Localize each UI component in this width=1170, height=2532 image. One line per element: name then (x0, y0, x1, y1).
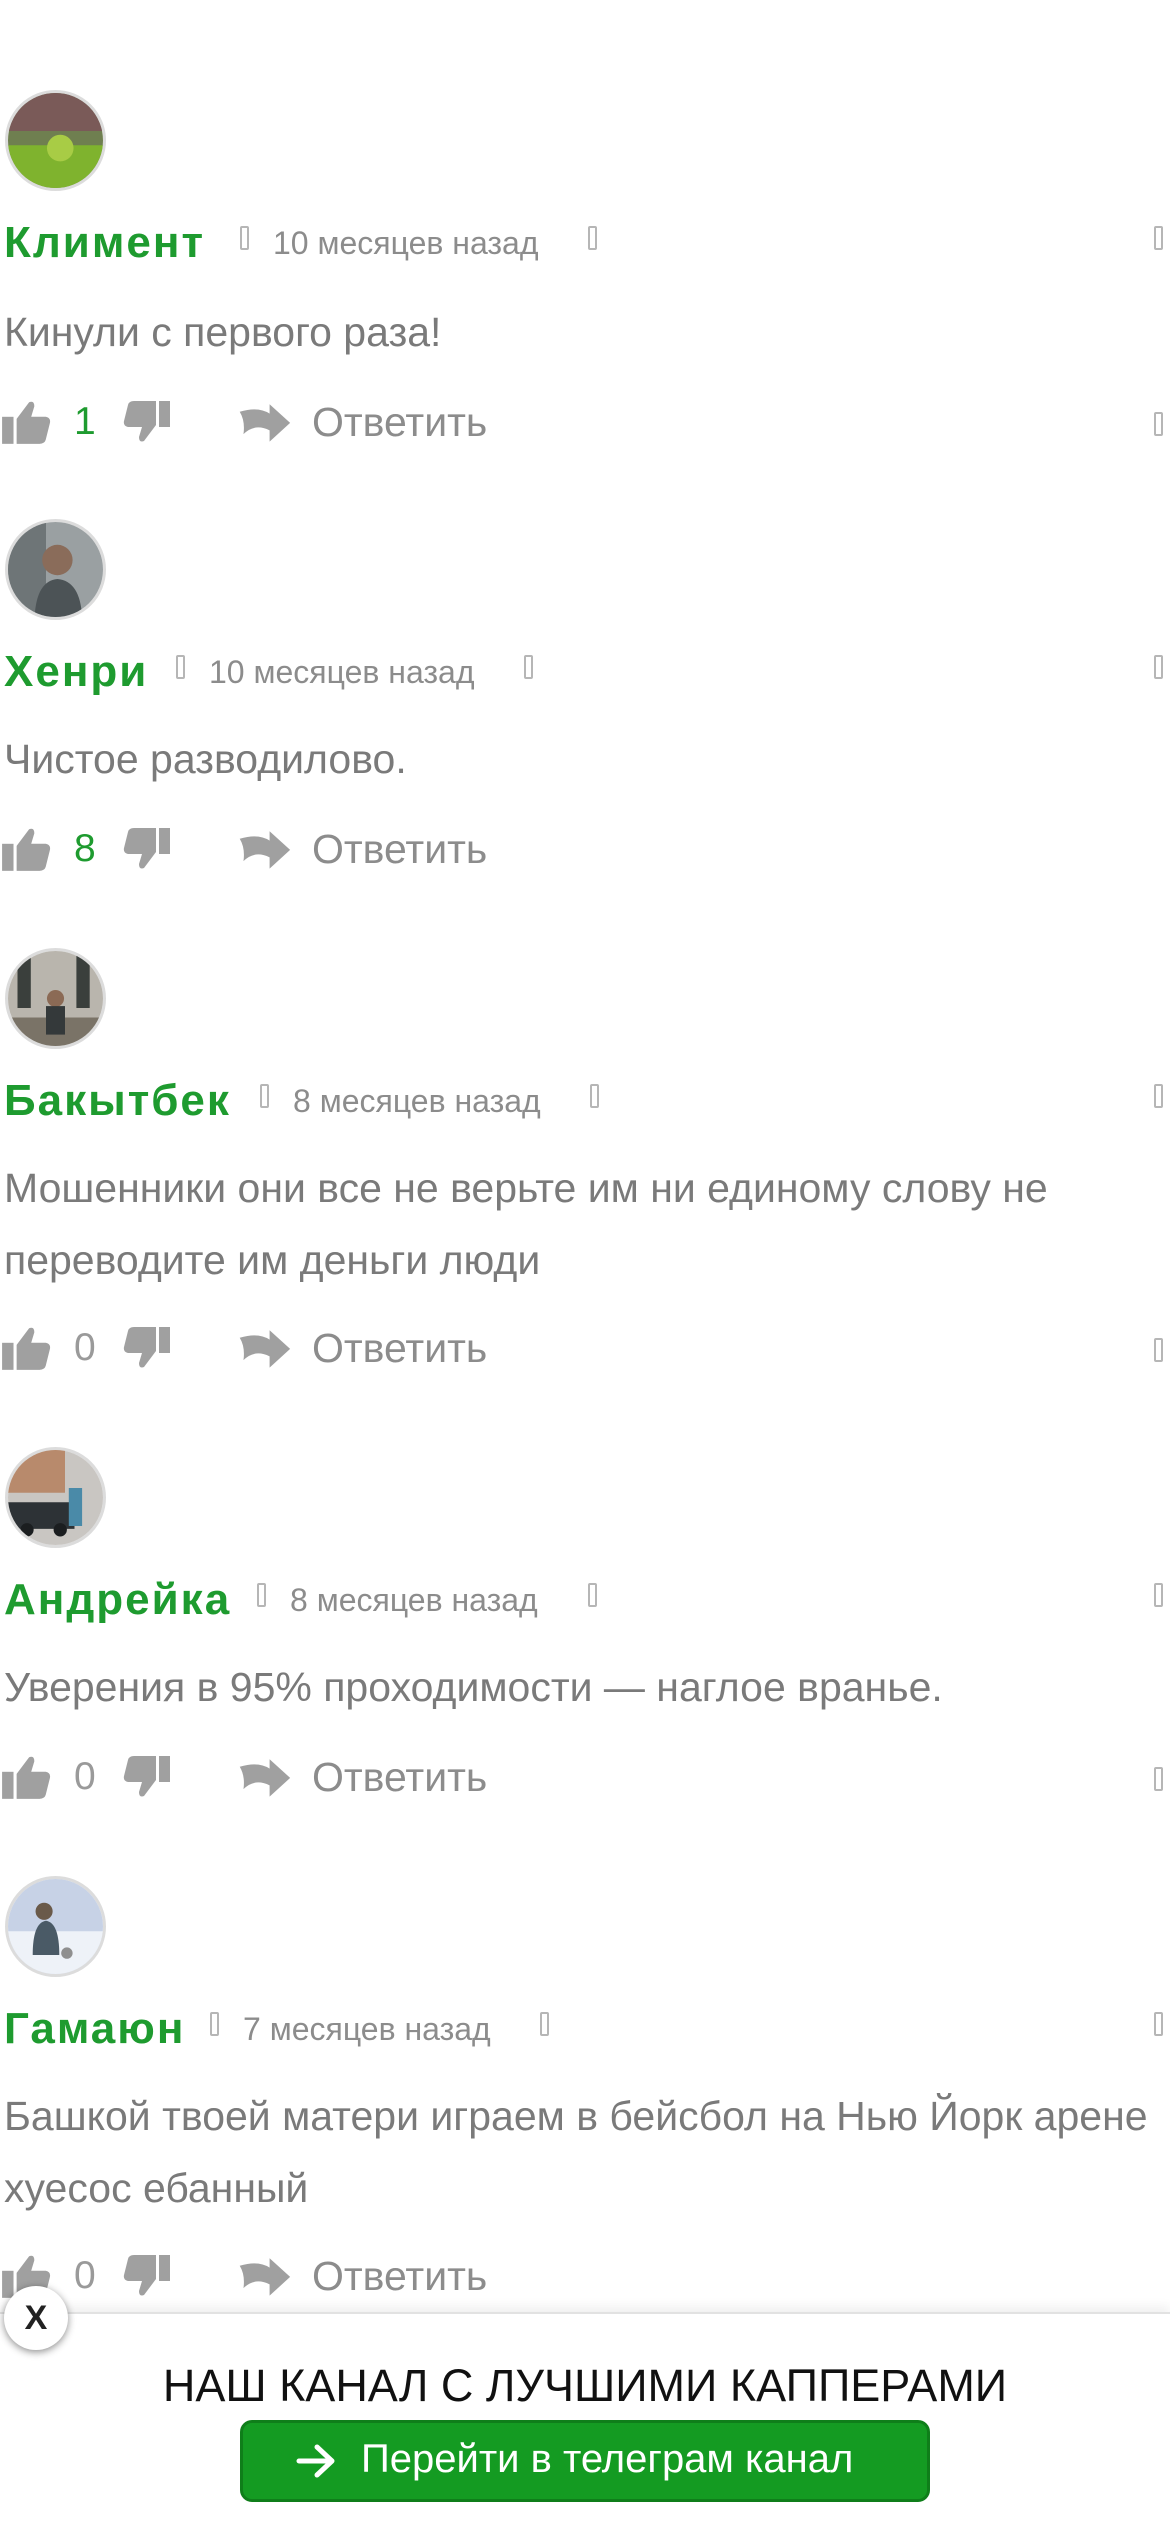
comment-time[interactable]: 8 месяцев назад (290, 1582, 538, 1619)
reply-arrow-icon[interactable] (236, 1749, 292, 1805)
reply-button[interactable]: Ответить (312, 399, 487, 446)
telegram-button-label: Перейти в телеграм канал (361, 2437, 854, 2481)
like-count: 0 (74, 2254, 96, 2297)
comment-text: Кинули с первого раза! (4, 309, 442, 355)
comment-time[interactable]: 10 месяцев назад (209, 654, 475, 691)
reply-button[interactable]: Ответить (312, 826, 487, 873)
like-count: 0 (74, 1755, 96, 1798)
comment-time[interactable]: 7 месяцев назад (243, 2011, 491, 2048)
thumbs-down-icon[interactable] (122, 2248, 172, 2304)
avatar[interactable] (5, 948, 106, 1049)
comment-meta: Климент 10 месяцев назад (0, 210, 1170, 270)
comment-meta: Хенри 10 месяцев назад (0, 639, 1170, 699)
thumbs-down-icon[interactable] (122, 394, 172, 450)
clock-icon (257, 1583, 266, 1607)
banner-title: НАШ КАНАЛ С ЛУЧШИМИ КАППЕРАМИ (162, 2360, 1008, 2411)
flag-icon[interactable] (1154, 1338, 1163, 1362)
more-icon[interactable] (1154, 1583, 1163, 1607)
arrow-right-icon (296, 2444, 335, 2478)
promo-banner: НАШ КАНАЛ С ЛУЧШИМИ КАППЕРАМИ Перейти в … (0, 2312, 1170, 2532)
reply-button[interactable]: Ответить (312, 2253, 487, 2300)
clock-icon (260, 1084, 269, 1108)
comment-time[interactable]: 8 месяцев назад (293, 1083, 541, 1120)
thumbs-up-icon[interactable] (0, 394, 52, 450)
telegram-channel-button[interactable]: Перейти в телеграм канал (240, 2420, 930, 2502)
edit-icon (590, 1084, 599, 1108)
thumbs-up-icon[interactable] (0, 1320, 52, 1376)
comment-item: Хенри 10 месяцев назад Чистое разводилов… (0, 519, 1170, 889)
avatar[interactable] (5, 1876, 106, 1977)
comment-text: Башкой твоей матери играем в бейсбол на … (4, 2093, 1148, 2211)
comment-actions: 0 Ответить (0, 1320, 1170, 1380)
comment-actions: 0 Ответить (0, 1749, 1170, 1809)
thumbs-down-icon[interactable] (122, 1749, 172, 1805)
clock-icon (176, 655, 185, 679)
comment-item: Гамаюн 7 месяцев назад Башкой твоей мате… (0, 1876, 1170, 2316)
avatar[interactable] (5, 1447, 106, 1548)
more-icon[interactable] (1154, 2012, 1163, 2036)
more-icon[interactable] (1154, 655, 1163, 679)
author-name[interactable]: Гамаюн (4, 2004, 185, 2054)
comment-actions: 0 Ответить (0, 2248, 1170, 2308)
like-count: 8 (74, 827, 96, 870)
reply-arrow-icon[interactable] (236, 1320, 292, 1376)
edit-icon (588, 1583, 597, 1607)
reply-arrow-icon[interactable] (236, 2248, 292, 2304)
more-icon[interactable] (1154, 1084, 1163, 1108)
more-icon[interactable] (1154, 226, 1163, 250)
thumbs-down-icon[interactable] (122, 821, 172, 877)
edit-icon (540, 2012, 549, 2036)
comment-meta: Андрейка 8 месяцев назад (0, 1567, 1170, 1627)
like-count: 1 (74, 400, 96, 443)
reply-arrow-icon[interactable] (236, 394, 292, 450)
clock-icon (210, 2012, 219, 2036)
reply-arrow-icon[interactable] (236, 821, 292, 877)
reply-button[interactable]: Ответить (312, 1325, 487, 1372)
author-name[interactable]: Андрейка (4, 1575, 231, 1625)
avatar[interactable] (5, 90, 106, 191)
comment-actions: 8 Ответить (0, 821, 1170, 881)
comment-text: Уверения в 95% проходимости — наглое вра… (4, 1664, 943, 1710)
comment-text: Мошенники они все не верьте им ни едином… (4, 1165, 1048, 1283)
avatar[interactable] (5, 519, 106, 620)
comment-text: Чистое разводилово. (4, 736, 407, 782)
thumbs-up-icon[interactable] (0, 821, 52, 877)
comment-item: Бакытбек 8 месяцев назад Мошенники они в… (0, 948, 1170, 1388)
edit-icon (588, 226, 597, 250)
flag-icon[interactable] (1154, 412, 1163, 436)
edit-icon (524, 655, 533, 679)
comment-time[interactable]: 10 месяцев назад (273, 225, 539, 262)
thumbs-up-icon[interactable] (0, 1749, 52, 1805)
comment-actions: 1 Ответить (0, 394, 1170, 454)
comment-item: Климент 10 месяцев назад Кинули с первог… (0, 90, 1170, 460)
flag-icon[interactable] (1154, 1767, 1163, 1791)
comments-page: Климент 10 месяцев назад Кинули с первог… (0, 0, 1170, 2532)
author-name[interactable]: Климент (4, 218, 205, 268)
author-name[interactable]: Бакытбек (4, 1076, 231, 1126)
like-count: 0 (74, 1326, 96, 1369)
reply-button[interactable]: Ответить (312, 1754, 487, 1801)
comment-item: Андрейка 8 месяцев назад Уверения в 95% … (0, 1447, 1170, 1817)
close-banner-button[interactable]: X (4, 2286, 68, 2350)
comment-meta: Бакытбек 8 месяцев назад (0, 1068, 1170, 1128)
thumbs-down-icon[interactable] (122, 1320, 172, 1376)
comment-meta: Гамаюн 7 месяцев назад (0, 1996, 1170, 2056)
author-name[interactable]: Хенри (4, 647, 148, 697)
clock-icon (240, 226, 249, 250)
